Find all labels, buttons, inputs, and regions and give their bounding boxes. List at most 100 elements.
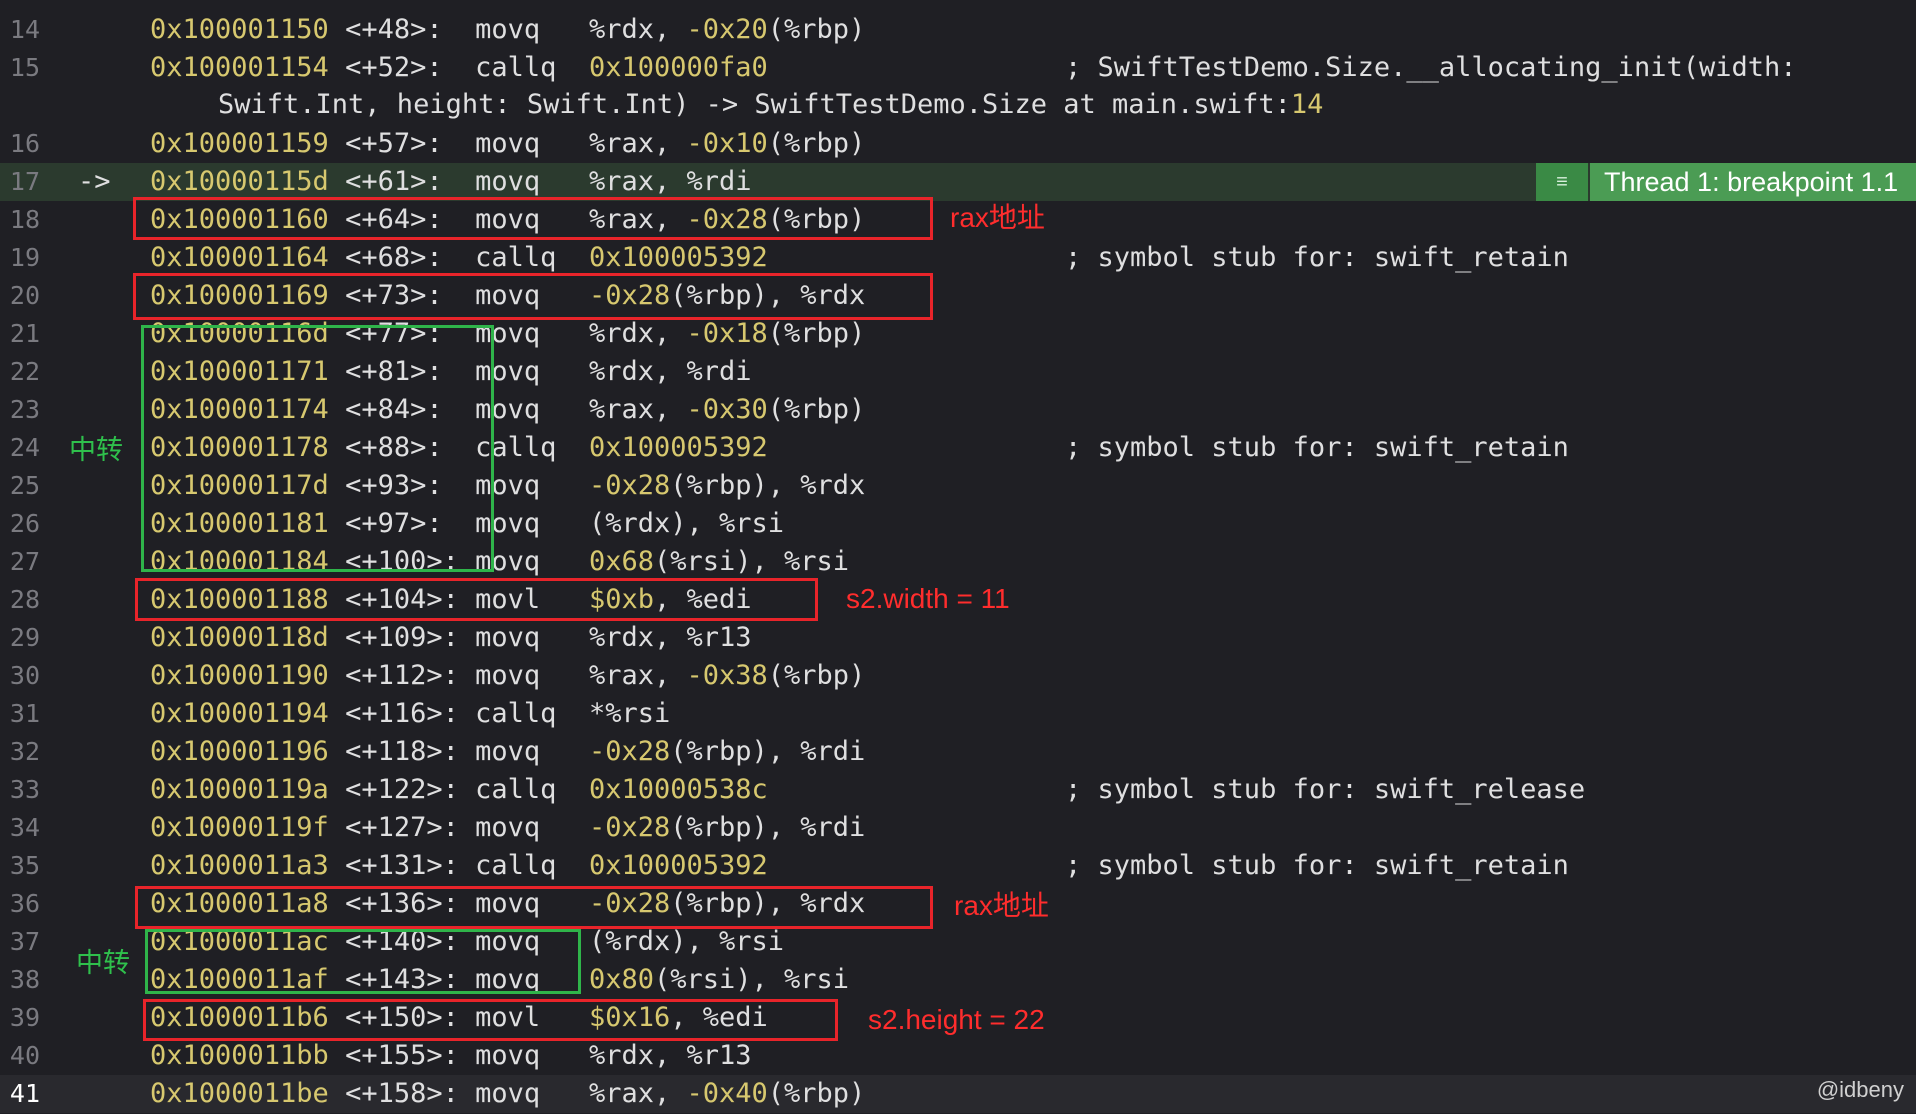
instruction-operands: 0x100000fa0: [588, 52, 768, 83]
code-line[interactable]: 37 0x1000011ac <+140>: movq (%rdx), %rsi: [0, 923, 1916, 961]
code-line[interactable]: 27 0x100001184 <+100>: movq 0x68(%rsi), %…: [0, 543, 1916, 581]
instruction-offset: <+109>:: [345, 622, 459, 653]
instruction-address: 0x1000011b6: [150, 1002, 329, 1033]
code-line[interactable]: 25 0x10000117d <+93>: movq -0x28(%rbp), %…: [0, 467, 1916, 505]
instruction: 0x100001169 <+73>: movq -0x28(%rbp), %rd…: [150, 277, 865, 315]
instruction-offset: <+81>:: [345, 356, 443, 387]
instruction-operands: %rax, -0x40(%rbp): [588, 1078, 866, 1109]
width-note: s2.width = 11: [846, 583, 1010, 614]
instruction-mnemonic: movq: [475, 546, 541, 577]
instruction-operands: %rdx, -0x20(%rbp): [588, 14, 866, 45]
code-line[interactable]: 20 0x100001169 <+73>: movq -0x28(%rbp), %…: [0, 277, 1916, 315]
instruction-address: 0x10000116d: [150, 318, 329, 349]
instruction: 0x1000011a3 <+131>: callq 0x100005392: [150, 847, 768, 885]
line-number: 27: [9, 547, 40, 576]
line-number: 37: [9, 927, 40, 956]
instruction-operands: 0x100005392: [588, 242, 768, 273]
instruction: 0x100001188 <+104>: movl $0xb, %edi: [150, 581, 752, 619]
code-line[interactable]: 26 0x100001181 <+97>: movq (%rdx), %rsi: [0, 505, 1916, 543]
instruction-mnemonic: movq: [475, 736, 541, 767]
instruction-mnemonic: movq: [475, 204, 541, 235]
line-number: 30: [9, 661, 40, 690]
instruction-offset: <+77>:: [345, 318, 443, 349]
current-instruction-arrow: ->: [78, 166, 111, 197]
code-line[interactable]: 34 0x10000119f <+127>: movq -0x28(%rbp), …: [0, 809, 1916, 847]
instruction-mnemonic: movq: [475, 14, 541, 45]
code-line[interactable]: 16 0x100001159 <+57>: movq %rax, -0x10(%r…: [0, 125, 1916, 163]
instruction-mnemonic: movq: [475, 660, 541, 691]
instruction-offset: <+73>:: [345, 280, 443, 311]
instruction-address: 0x100001188: [150, 584, 329, 615]
instruction: 0x10000115d <+61>: movq %rax, %rdi: [150, 163, 752, 201]
line-number: 18: [9, 205, 40, 234]
instruction-address: 0x100001184: [150, 546, 329, 577]
instruction-address: 0x100001150: [150, 14, 329, 45]
code-line[interactable]: 19 0x100001164 <+68>: callq 0x100005392 ; …: [0, 239, 1916, 277]
code-line[interactable]: 21 0x10000116d <+77>: movq %rdx, -0x18(%r…: [0, 315, 1916, 353]
instruction-offset: <+116>:: [345, 698, 459, 729]
instruction-mnemonic: callq: [475, 242, 557, 273]
instruction: 0x100001184 <+100>: movq 0x68(%rsi), %rs…: [150, 543, 849, 581]
instruction-mnemonic: callq: [475, 698, 557, 729]
instruction-offset: <+100>:: [345, 546, 459, 577]
instruction-mnemonic: movq: [475, 622, 541, 653]
instruction: 0x100001196 <+118>: movq -0x28(%rbp), %r…: [150, 733, 865, 771]
code-line[interactable]: 22 0x100001171 <+81>: movq %rdx, %rdi: [0, 353, 1916, 391]
line-number: 40: [9, 1041, 40, 1070]
line-number: 15: [9, 53, 40, 82]
instruction-operands: -0x28(%rbp), %rdi: [588, 736, 866, 767]
code-line[interactable]: 14 0x100001150 <+48>: movq %rdx, -0x20(%r…: [0, 11, 1916, 49]
instruction-address: 0x1000011a8: [150, 888, 329, 919]
instruction-mnemonic: movq: [475, 508, 541, 539]
instruction-operands: $0xb, %edi: [588, 584, 752, 615]
line-number: 23: [9, 395, 40, 424]
line-number: 24: [9, 433, 40, 462]
instruction-offset: <+97>:: [345, 508, 443, 539]
instruction-address: 0x1000011ac: [150, 926, 329, 957]
code-line[interactable]: 41 0x1000011be <+158>: movq %rax, -0x40(%…: [0, 1075, 1916, 1113]
instruction-offset: <+52>:: [345, 52, 443, 83]
instruction-address: 0x100001181: [150, 508, 329, 539]
instruction-address: 0x1000011bb: [150, 1040, 329, 1071]
instruction: 0x100001194 <+116>: callq *%rsi: [150, 695, 670, 733]
line-number: 19: [9, 243, 40, 272]
code-line[interactable]: 29 0x10000118d <+109>: movq %rdx, %r13: [0, 619, 1916, 657]
instruction-offset: <+158>:: [345, 1078, 459, 1109]
instruction-address: 0x100001164: [150, 242, 329, 273]
code-line[interactable]: 40 0x1000011bb <+155>: movq %rdx, %r13: [0, 1037, 1916, 1075]
thread-breakpoint-badge[interactable]: ≡ Thread 1: breakpoint 1.1: [1536, 163, 1916, 201]
instruction-offset: <+118>:: [345, 736, 459, 767]
instruction-operands: -0x28(%rbp), %rdx: [588, 888, 866, 919]
code-line[interactable]: 31 0x100001194 <+116>: callq *%rsi: [0, 695, 1916, 733]
code-line[interactable]: 38 0x1000011af <+143>: movq 0x80(%rsi), %…: [0, 961, 1916, 999]
instruction: 0x10000118d <+109>: movq %rdx, %r13: [150, 619, 752, 657]
instruction: 0x10000116d <+77>: movq %rdx, -0x18(%rbp…: [150, 315, 865, 353]
instruction: 0x100001160 <+64>: movq %rax, -0x28(%rbp…: [150, 201, 865, 239]
instruction-offset: <+140>:: [345, 926, 459, 957]
relay-note-2: 中转: [76, 948, 130, 978]
instruction: 0x100001181 <+97>: movq (%rdx), %rsi: [150, 505, 784, 543]
code-line[interactable]: 23 0x100001174 <+84>: movq %rax, -0x30(%r…: [0, 391, 1916, 429]
instruction-comment: ; symbol stub for: swift_retain: [1065, 850, 1569, 881]
instruction-offset: <+93>:: [345, 470, 443, 501]
line-number: 36: [9, 889, 40, 918]
instruction-offset: <+131>:: [345, 850, 459, 881]
instruction: 0x100001150 <+48>: movq %rdx, -0x20(%rbp…: [150, 11, 865, 49]
code-line[interactable]: 30 0x100001190 <+112>: movq %rax, -0x38(%…: [0, 657, 1916, 695]
instruction-address: 0x10000117d: [150, 470, 329, 501]
instruction-mnemonic: movl: [475, 1002, 541, 1033]
instruction-operands: %rax, -0x10(%rbp): [588, 128, 866, 159]
line-number: 26: [9, 509, 40, 538]
code-line[interactable]: 33 0x10000119a <+122>: callq 0x10000538c;…: [0, 771, 1916, 809]
line-number: 25: [9, 471, 40, 500]
code-line[interactable]: 32 0x100001196 <+118>: movq -0x28(%rbp), …: [0, 733, 1916, 771]
rax-address-note-2: rax地址: [954, 890, 1049, 921]
code-line[interactable]: 15 0x100001154 <+52>: callq 0x100000fa0 ; …: [0, 49, 1916, 87]
code-line[interactable]: 35 0x1000011a3 <+131>: callq 0x100005392;…: [0, 847, 1916, 885]
instruction-offset: <+88>:: [345, 432, 443, 463]
instruction-operands: %rdx, -0x18(%rbp): [588, 318, 866, 349]
instruction: 0x1000011b6 <+150>: movl $0x16, %edi: [150, 999, 768, 1037]
code-line[interactable]: 24 0x100001178 <+88>: callq 0x100005392 ; …: [0, 429, 1916, 467]
list-icon[interactable]: ≡: [1536, 163, 1588, 201]
line-number: 41: [9, 1079, 40, 1108]
